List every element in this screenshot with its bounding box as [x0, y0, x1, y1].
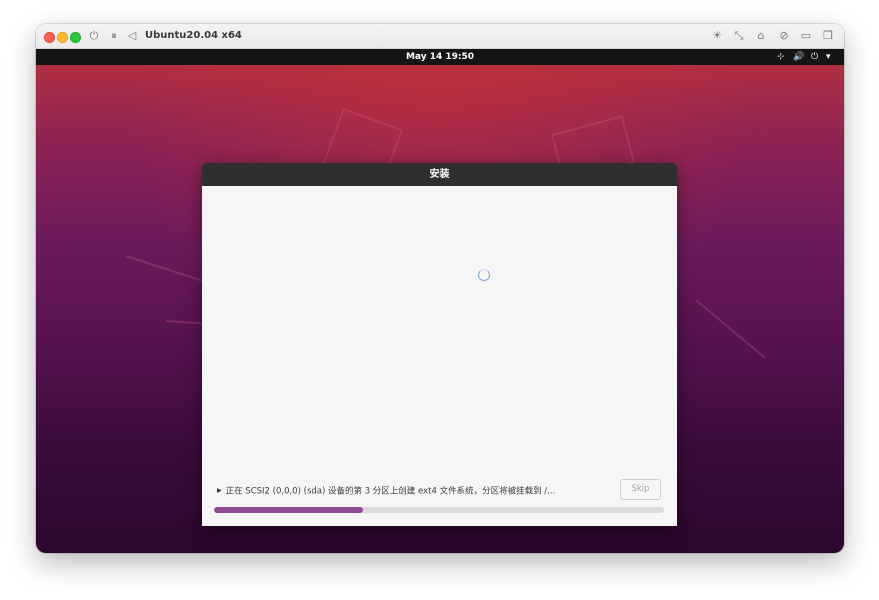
share-folder-icon[interactable]: ▭ — [799, 29, 813, 43]
clock[interactable]: May 14 19:50 — [36, 49, 844, 65]
expand-arrow-icon[interactable]: ▶ — [217, 485, 222, 497]
power-icon[interactable]: ⏻ — [811, 49, 818, 65]
wallpaper-line — [125, 255, 203, 282]
installer-dialog: 安装 ▶ 正在 SCSI2 (0,0,0) (sda) 设备的第 3 分区上创建 … — [202, 163, 677, 526]
vm-title: Ubuntu20.04 x64 — [145, 30, 242, 41]
pause-icon[interactable]: ⏸ — [107, 29, 121, 43]
usb-icon[interactable]: ⌂ — [754, 29, 768, 43]
status-text: 正在 SCSI2 (0,0,0) (sda) 设备的第 3 分区上创建 ext4… — [225, 486, 556, 497]
dropdown-arrow-icon[interactable]: ▾ — [826, 49, 831, 65]
ubuntu-desktop: May 14 19:50 ⊹ 🔊 ⏻ ▾ 安装 ▶ 正在 SCSI2 (0,0,0… — [36, 49, 844, 553]
vm-window: ⏻ ⏸ ◁ Ubuntu20.04 x64 ☀ ⤡ ⌂ ⊘ ▭ ❐ May 14… — [36, 24, 844, 553]
minimize-button[interactable] — [57, 32, 68, 43]
dialog-title: 安装 — [202, 163, 677, 186]
ubuntu-topbar: May 14 19:50 ⊹ 🔊 ⏻ ▾ — [36, 49, 844, 65]
maximize-button[interactable] — [70, 32, 81, 43]
network-icon[interactable]: ⊹ — [777, 49, 785, 65]
progress-bar — [214, 507, 664, 513]
block-icon[interactable]: ⊘ — [777, 29, 791, 43]
wallpaper-line — [165, 320, 206, 325]
vm-titlebar: ⏻ ⏸ ◁ Ubuntu20.04 x64 ☀ ⤡ ⌂ ⊘ ▭ ❐ — [36, 24, 844, 49]
power-icon[interactable]: ⏻ — [87, 29, 101, 43]
progress-fill — [214, 507, 363, 513]
windows-icon[interactable]: ❐ — [821, 29, 835, 43]
close-button[interactable] — [44, 32, 55, 43]
wallpaper-line — [695, 299, 766, 359]
back-icon[interactable]: ◁ — [125, 29, 139, 43]
resize-icon[interactable]: ⤡ — [732, 29, 746, 43]
loading-spinner-icon — [478, 269, 490, 281]
status-row[interactable]: ▶ 正在 SCSI2 (0,0,0) (sda) 设备的第 3 分区上创建 ext… — [217, 485, 555, 498]
skip-button[interactable]: Skip — [620, 479, 661, 500]
brightness-icon[interactable]: ☀ — [710, 29, 724, 43]
volume-icon[interactable]: 🔊 — [793, 49, 804, 65]
